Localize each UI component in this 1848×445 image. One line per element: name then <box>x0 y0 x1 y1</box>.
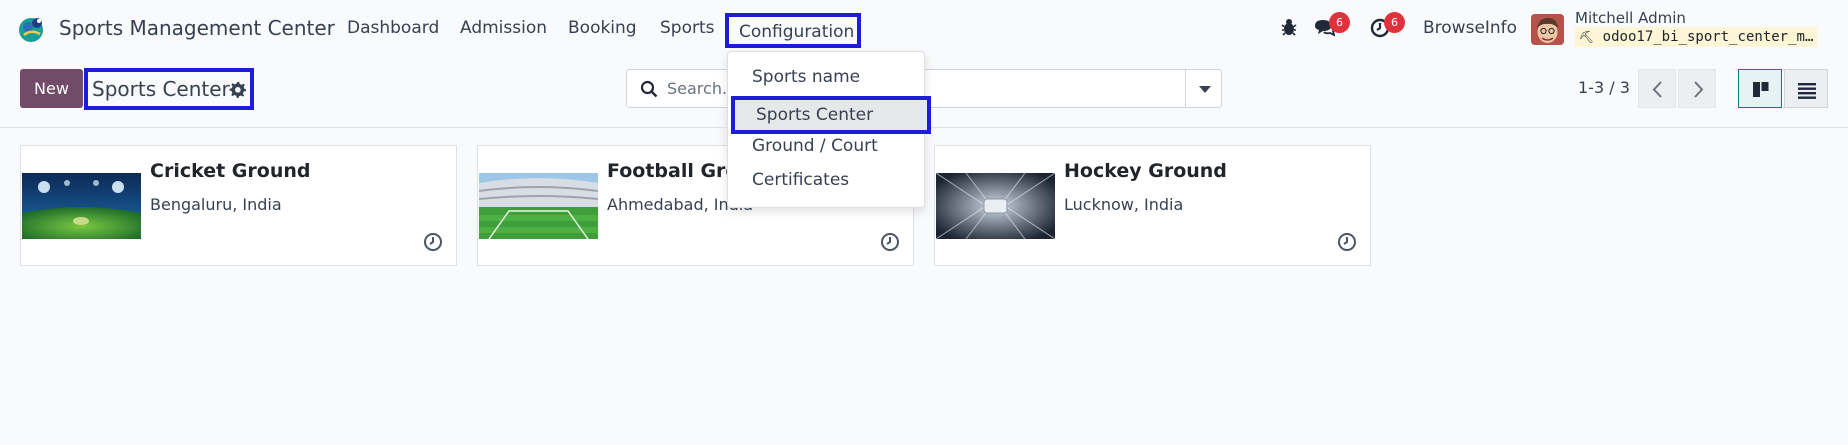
new-button[interactable]: New <box>20 69 83 108</box>
activity-clock-icon[interactable] <box>1337 232 1357 256</box>
dropdown-item-label: Sports Center <box>756 105 874 125</box>
kanban-card[interactable]: Hockey Ground Lucknow, India <box>934 145 1371 266</box>
pager-previous-button[interactable] <box>1638 69 1676 108</box>
card-location: Lucknow, India <box>1064 195 1184 214</box>
top-navbar: Sports Management Center Dashboard Admis… <box>0 0 1848 58</box>
menu-configuration[interactable]: Configuration <box>725 13 861 48</box>
app-logo-icon[interactable] <box>18 15 46 43</box>
database-badge: ⛏ odoo17_bi_sport_center_m… <box>1575 27 1818 47</box>
menu-booking[interactable]: Booking <box>568 18 637 38</box>
dropdown-item-sports-center[interactable]: Sports Center <box>731 96 931 134</box>
menu-admission[interactable]: Admission <box>460 18 547 38</box>
app-title[interactable]: Sports Management Center <box>59 16 335 40</box>
card-title: Hockey Ground <box>1064 160 1227 182</box>
database-icon: ⛏ <box>1579 30 1595 44</box>
search-options-toggle[interactable] <box>1186 69 1222 108</box>
configuration-dropdown-menu: Sports name Sports Center Ground / Court… <box>727 51 931 208</box>
search-icon <box>640 80 658 102</box>
kanban-view-icon <box>1753 82 1769 97</box>
database-name: odoo17_bi_sport_center_m… <box>1602 29 1814 45</box>
activity-clock-icon[interactable] <box>880 232 900 256</box>
card-location: Bengaluru, India <box>150 195 282 214</box>
company-switcher[interactable]: BrowseInfo <box>1423 18 1517 38</box>
menu-sports[interactable]: Sports <box>660 18 715 38</box>
card-title: Cricket Ground <box>150 160 311 182</box>
activity-clock-icon[interactable] <box>423 232 443 256</box>
pager-value[interactable]: 1-3 / 3 <box>1578 78 1630 97</box>
gear-icon[interactable] <box>229 81 246 102</box>
hockey-rink-image <box>936 173 1055 239</box>
activities-count-badge: 6 <box>1384 12 1405 33</box>
pager-next-button[interactable] <box>1678 69 1716 108</box>
page-title: Sports Center <box>92 77 230 101</box>
dropdown-item-ground-court[interactable]: Ground / Court <box>752 136 878 156</box>
messages-count-badge: 6 <box>1329 12 1350 33</box>
kanban-card[interactable]: Cricket Ground Bengaluru, India <box>20 145 457 266</box>
breadcrumb: Sports Center <box>84 68 254 110</box>
football-stadium-image <box>479 173 598 239</box>
user-avatar[interactable] <box>1531 14 1564 45</box>
kanban-view-button[interactable] <box>1738 69 1782 108</box>
list-view-icon <box>1798 83 1816 99</box>
chevron-right-icon <box>1694 81 1704 98</box>
menu-dashboard[interactable]: Dashboard <box>347 18 439 38</box>
dropdown-item-certificates[interactable]: Certificates <box>752 170 849 190</box>
list-view-button[interactable] <box>1784 69 1828 108</box>
debug-bug-icon[interactable] <box>1281 18 1297 40</box>
dropdown-item-sports-name[interactable]: Sports name <box>752 67 860 87</box>
cricket-stadium-image <box>22 173 141 239</box>
chevron-left-icon <box>1652 81 1662 98</box>
user-name[interactable]: Mitchell Admin <box>1575 9 1686 27</box>
